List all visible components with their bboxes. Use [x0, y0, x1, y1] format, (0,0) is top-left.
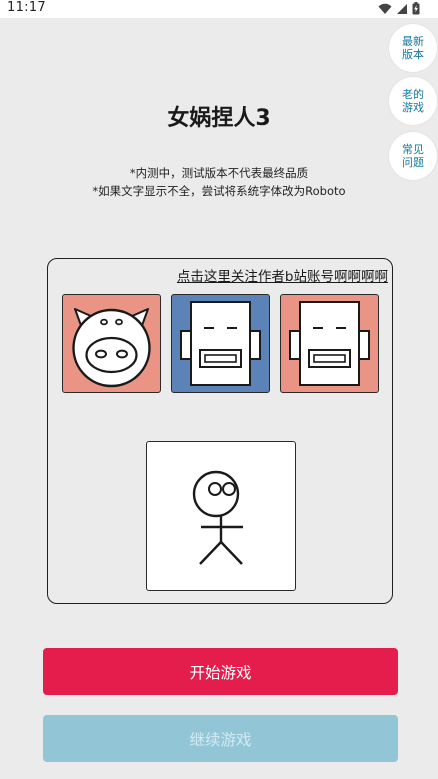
latest-version-label: 最新版本 — [402, 35, 424, 61]
start-game-button[interactable]: 开始游戏 — [43, 648, 398, 695]
latest-version-button[interactable]: 最新版本 — [389, 24, 437, 72]
robot-face-icon — [289, 301, 370, 386]
stick-figure-icon — [192, 470, 243, 565]
status-time: 11:17 — [7, 0, 46, 15]
signal-icon — [397, 3, 407, 14]
wifi-icon — [378, 3, 392, 14]
continue-game-button[interactable]: 继续游戏 — [43, 715, 398, 762]
card-robot-blue[interactable] — [171, 294, 270, 393]
page-title: 女娲捏人3 — [167, 106, 271, 131]
notice-beta: *内测中，测试版本不代表最终品质 — [129, 166, 309, 180]
card-pig[interactable] — [62, 294, 161, 393]
pig-face-icon — [72, 308, 151, 388]
notice-font: *如果文字显示不全，尝试将系统字体改为Roboto — [92, 184, 346, 198]
status-bar: 11:17 — [0, 0, 438, 18]
battery-charging-icon — [412, 2, 420, 15]
character-panel: 点击这里关注作者b站账号啊啊啊啊 — [47, 258, 393, 604]
robot-face-icon — [180, 301, 261, 386]
follow-author-link[interactable]: 点击这里关注作者b站账号啊啊啊啊 — [177, 265, 388, 285]
card-robot-red[interactable] — [280, 294, 379, 393]
character-preview — [146, 441, 296, 591]
status-icons — [378, 2, 420, 15]
